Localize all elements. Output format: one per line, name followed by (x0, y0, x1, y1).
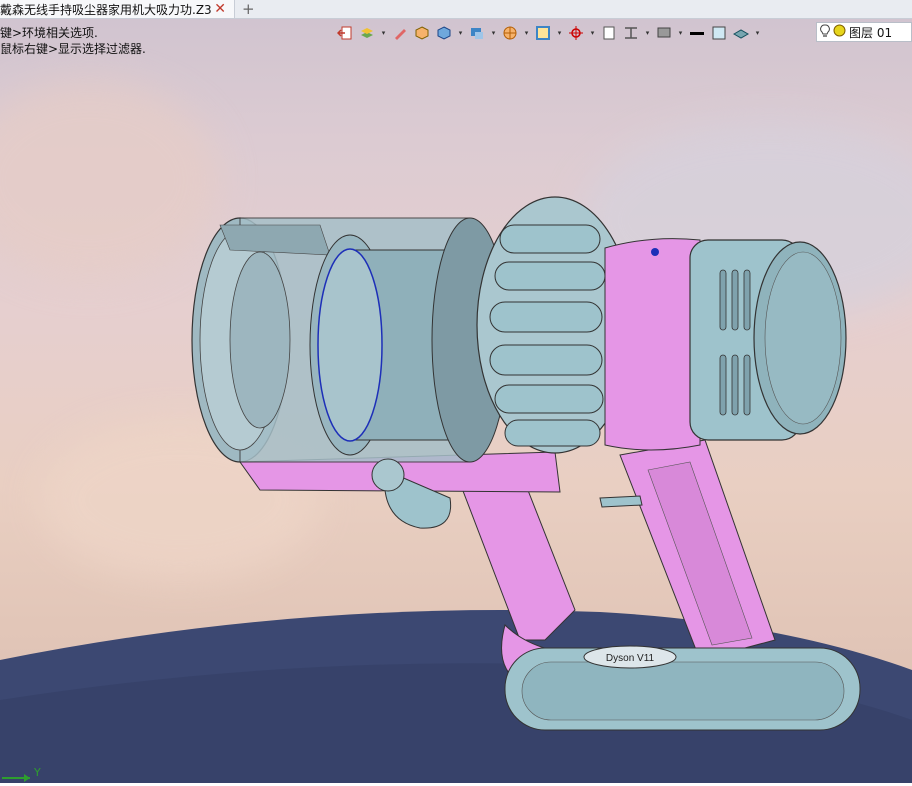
exit-icon[interactable] (336, 24, 354, 42)
chevron-down-icon[interactable]: ▾ (523, 29, 530, 37)
chevron-down-icon[interactable]: ▾ (490, 29, 497, 37)
motor-housing (604, 238, 701, 451)
chevron-down-icon[interactable]: ▾ (457, 29, 464, 37)
new-tab-button[interactable]: + (242, 0, 255, 18)
chevron-down-icon[interactable]: ▾ (556, 29, 563, 37)
split-view-icon[interactable] (622, 24, 640, 42)
pencil-icon[interactable] (391, 24, 409, 42)
fill-color-icon[interactable] (710, 24, 728, 42)
single-view-icon[interactable] (600, 24, 618, 42)
display-mode-icon[interactable] (468, 24, 486, 42)
view-toolbar: ▾ ▾ ▾ ▾ ▾ ▾ ▾ ▾ ▾ (336, 22, 761, 44)
layer-name: 图层 01 (849, 25, 893, 40)
chevron-down-icon[interactable]: ▾ (644, 29, 651, 37)
hint-line-1: 键>环境相关选项. (0, 26, 98, 40)
axis-label-y: Y (34, 766, 41, 779)
line-color-icon[interactable] (688, 24, 706, 42)
brand-marking: Dyson V11 (606, 653, 655, 664)
layers-icon[interactable] (358, 24, 376, 42)
layer-status-icon (833, 24, 846, 40)
document-tab-bar: 戴森无线手持吸尘器家用机大吸力功.Z3 ✕ + (0, 0, 912, 19)
chevron-down-icon[interactable]: ▾ (589, 29, 596, 37)
document-tab[interactable]: 戴森无线手持吸尘器家用机大吸力功.Z3 ✕ (0, 0, 235, 18)
blue-cube-icon[interactable] (435, 24, 453, 42)
chevron-down-icon[interactable]: ▾ (677, 29, 684, 37)
3d-viewport[interactable]: Dyson V11 (0, 0, 912, 783)
view-orient-icon[interactable] (534, 24, 552, 42)
chevron-down-icon[interactable]: ▾ (754, 29, 761, 37)
chevron-down-icon[interactable]: ▾ (380, 29, 387, 37)
plane-icon[interactable] (732, 24, 750, 42)
hint-line-2: 鼠标右键>显示选择过滤器. (0, 42, 146, 56)
axis-triad: Y (0, 766, 60, 786)
tab-title: 戴森无线手持吸尘器家用机大吸力功.Z3 (0, 2, 212, 17)
trigger (599, 495, 643, 508)
shaded-cube-icon[interactable] (413, 24, 431, 42)
vacuum-model[interactable]: Dyson V11 (0, 0, 912, 783)
snap-icon[interactable] (567, 24, 585, 42)
layer-selector[interactable]: 图层 01 (816, 22, 912, 42)
monitor-icon[interactable] (655, 24, 673, 42)
close-tab-button[interactable]: ✕ (214, 0, 226, 18)
lightbulb-icon[interactable] (820, 24, 830, 41)
render-options-icon[interactable] (501, 24, 519, 42)
